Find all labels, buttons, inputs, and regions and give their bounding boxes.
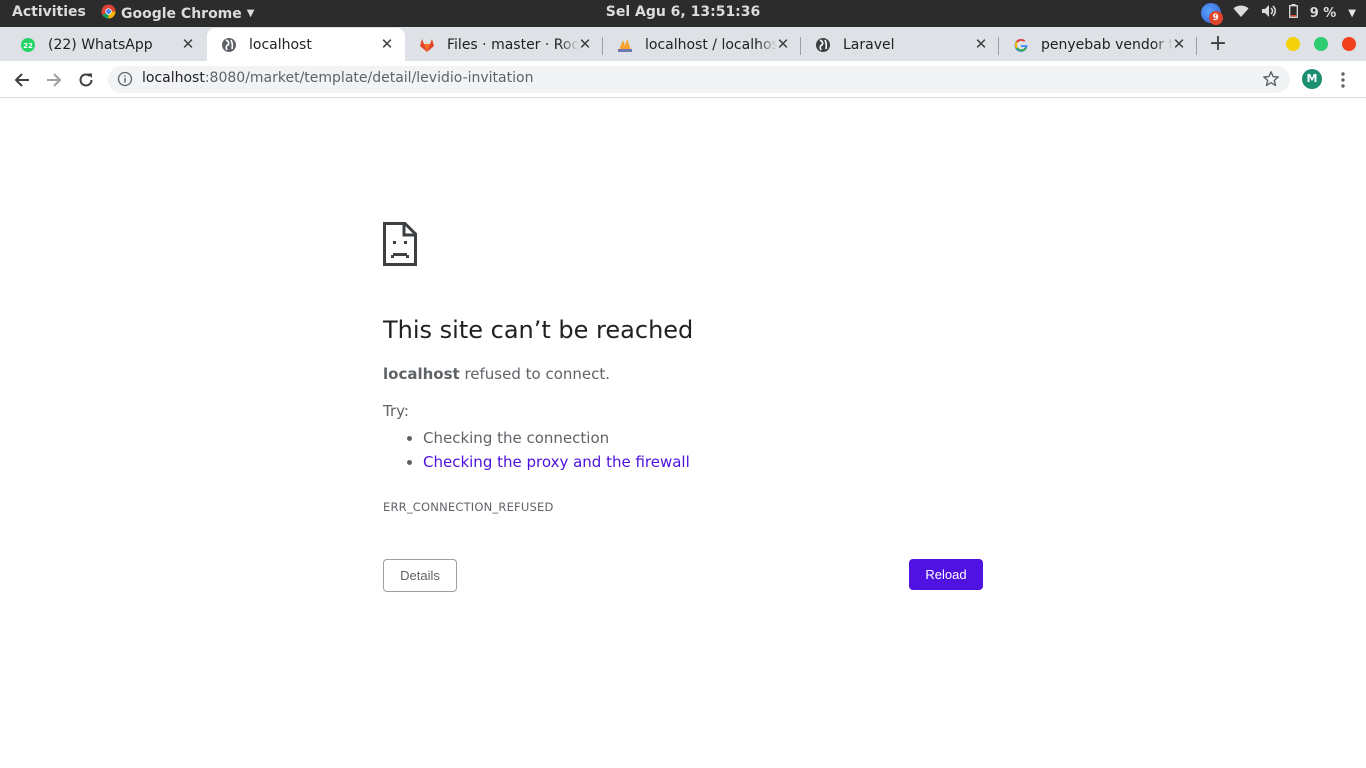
- tab-title: Files · master · Root: [447, 36, 579, 53]
- minimize-button[interactable]: [1286, 37, 1300, 51]
- profile-avatar[interactable]: M: [1302, 69, 1322, 89]
- notification-app-icon[interactable]: 9: [1200, 3, 1223, 25]
- google-icon: [1013, 37, 1029, 53]
- battery-icon: [1288, 4, 1298, 22]
- close-icon[interactable]: ✕: [379, 36, 395, 52]
- check-proxy-link[interactable]: Checking the proxy and the firewall: [423, 453, 690, 471]
- chevron-down-icon: ▼: [246, 8, 255, 19]
- reload-page-button[interactable]: Reload: [909, 559, 983, 590]
- tab-whatsapp[interactable]: 22 (22) WhatsApp ✕: [6, 28, 206, 61]
- tab-google-search[interactable]: penyebab vendor tidak ✕: [999, 28, 1197, 61]
- app-menu-label: Google Chrome: [121, 5, 242, 22]
- whatsapp-icon: 22: [20, 37, 36, 53]
- refresh-icon: [79, 73, 93, 87]
- tab-gitlab-files[interactable]: Files · master · Root ✕: [405, 28, 603, 61]
- kebab-menu-icon[interactable]: [1336, 70, 1350, 90]
- arrow-left-icon: [14, 73, 29, 87]
- maximize-button[interactable]: [1314, 37, 1328, 51]
- tab-separator: [1196, 37, 1197, 55]
- close-icon[interactable]: ✕: [180, 36, 196, 52]
- bookmark-star-icon[interactable]: [1262, 70, 1280, 88]
- globe-icon: [815, 37, 831, 53]
- globe-icon: [221, 37, 237, 53]
- tab-phpmyadmin[interactable]: localhost / localhost ✕: [603, 28, 801, 61]
- browser-toolbar: localhost:8080/market/template/detail/le…: [0, 61, 1366, 98]
- tab-separator: [998, 37, 999, 55]
- error-page: This site can’t be reached localhost ref…: [383, 222, 983, 592]
- url-path: :8080/market/template/detail/levidio-inv…: [204, 70, 534, 86]
- url-host: localhost: [142, 70, 205, 86]
- close-icon[interactable]: ✕: [577, 36, 593, 52]
- tab-localhost[interactable]: localhost ✕: [207, 28, 405, 61]
- error-title: This site can’t be reached: [383, 316, 694, 344]
- tab-strip: 22 (22) WhatsApp ✕ localhost ✕ Files · m…: [0, 27, 1366, 61]
- info-icon[interactable]: [117, 71, 133, 87]
- chevron-down-icon: ▼: [1348, 7, 1356, 19]
- app-menu[interactable]: Google Chrome ▼: [101, 4, 254, 23]
- tab-title: localhost: [249, 36, 312, 53]
- tab-separator: [800, 37, 801, 55]
- tab-laravel[interactable]: Laravel ✕: [801, 28, 999, 61]
- system-top-bar: Activities Google Chrome ▼ Sel Agu 6, 13…: [0, 0, 1366, 27]
- suggestions-list: Checking the connection Checking the pro…: [423, 426, 983, 474]
- tab-title: localhost / localhost: [645, 36, 777, 53]
- tab-title: penyebab vendor tidak: [1041, 36, 1173, 53]
- activities-button[interactable]: Activities: [12, 4, 86, 20]
- chrome-icon: [101, 4, 116, 23]
- tab-separator: [602, 37, 603, 55]
- details-button[interactable]: Details: [383, 559, 457, 592]
- volume-icon: [1261, 4, 1277, 22]
- try-label: Try:: [383, 402, 409, 420]
- notification-count: 9: [1208, 11, 1223, 25]
- close-icon[interactable]: ✕: [775, 36, 791, 52]
- suggestion-check-connection: Checking the connection: [423, 426, 983, 450]
- error-summary: localhost refused to connect.: [383, 365, 983, 383]
- error-code: ERR_CONNECTION_REFUSED: [383, 500, 554, 514]
- wifi-icon: [1233, 5, 1249, 22]
- error-host: localhost: [383, 365, 460, 383]
- reload-button[interactable]: [73, 67, 99, 93]
- close-window-button[interactable]: [1342, 37, 1356, 51]
- tab-title: Laravel: [843, 36, 895, 53]
- back-button[interactable]: [9, 67, 35, 93]
- close-icon[interactable]: ✕: [973, 36, 989, 52]
- tab-title: (22) WhatsApp: [48, 36, 153, 53]
- close-icon[interactable]: ✕: [1171, 36, 1187, 52]
- address-bar[interactable]: localhost:8080/market/template/detail/le…: [108, 66, 1290, 93]
- gitlab-icon: [419, 37, 435, 53]
- suggestion-check-proxy: Checking the proxy and the firewall: [423, 450, 983, 474]
- url-text[interactable]: localhost:8080/market/template/detail/le…: [142, 70, 533, 86]
- forward-button[interactable]: [41, 67, 67, 93]
- battery-percentage: 9 %: [1309, 5, 1337, 21]
- phpmyadmin-icon: [617, 37, 633, 53]
- whatsapp-badge-count: 22: [23, 42, 33, 50]
- arrow-right-icon: [47, 73, 62, 87]
- sad-page-icon: [383, 222, 417, 266]
- new-tab-button[interactable]: +: [1207, 30, 1229, 58]
- error-summary-text: refused to connect.: [459, 365, 611, 383]
- system-tray[interactable]: 9 9 % ▼: [1200, 3, 1356, 25]
